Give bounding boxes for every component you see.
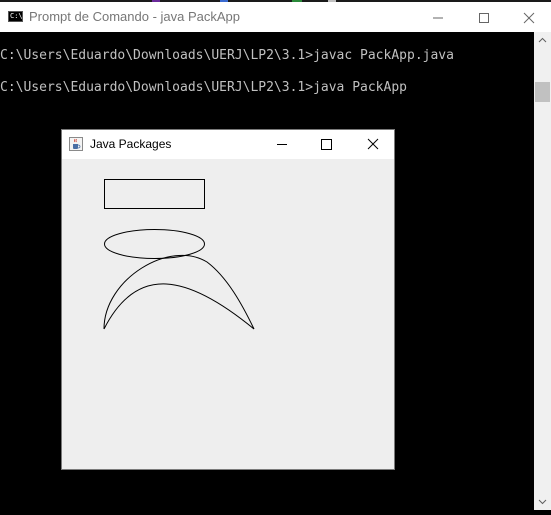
arc-shape — [103, 254, 255, 330]
chevron-up-icon — [538, 37, 547, 43]
console-minimize-button[interactable] — [414, 4, 460, 32]
console-window-title: Prompt de Comando - java PackApp — [29, 9, 240, 24]
scrollbar-thumb[interactable] — [535, 82, 550, 102]
minimize-icon — [433, 17, 443, 19]
java-close-button[interactable] — [350, 130, 394, 159]
close-icon — [367, 138, 379, 150]
rectangle-shape — [104, 179, 205, 209]
java-window-title: Java Packages — [90, 137, 172, 151]
command-line-1: C:\Users\Eduardo\Downloads\UERJ\LP2\3.1>… — [0, 48, 454, 63]
close-icon — [523, 12, 535, 24]
console-close-button[interactable] — [505, 4, 551, 32]
arc-shape — [103, 283, 255, 330]
java-minimize-button[interactable] — [260, 130, 304, 159]
drawing-canvas — [103, 179, 255, 330]
console-maximize-button[interactable] — [460, 4, 506, 32]
minimize-icon — [277, 144, 287, 145]
maximize-icon — [321, 139, 332, 150]
java-titlebar[interactable]: Java Packages — [62, 130, 394, 159]
cmd-icon: C:\ — [8, 11, 23, 22]
scroll-down-button[interactable] — [534, 493, 551, 510]
cmd-icon-text: C:\ — [10, 12, 23, 20]
command-line-2: C:\Users\Eduardo\Downloads\UERJ\LP2\3.1>… — [0, 80, 407, 95]
maximize-icon — [479, 13, 489, 23]
scroll-up-button[interactable] — [534, 32, 551, 49]
java-maximize-button[interactable] — [304, 130, 348, 159]
java-packages-window: Java Packages — [61, 129, 395, 470]
chevron-down-icon — [538, 499, 547, 505]
console-scrollbar[interactable] — [534, 32, 551, 510]
console-titlebar[interactable]: C:\ Prompt de Comando - java PackApp — [0, 2, 551, 32]
ellipse-shape — [104, 229, 205, 259]
java-cup-icon — [69, 137, 83, 151]
